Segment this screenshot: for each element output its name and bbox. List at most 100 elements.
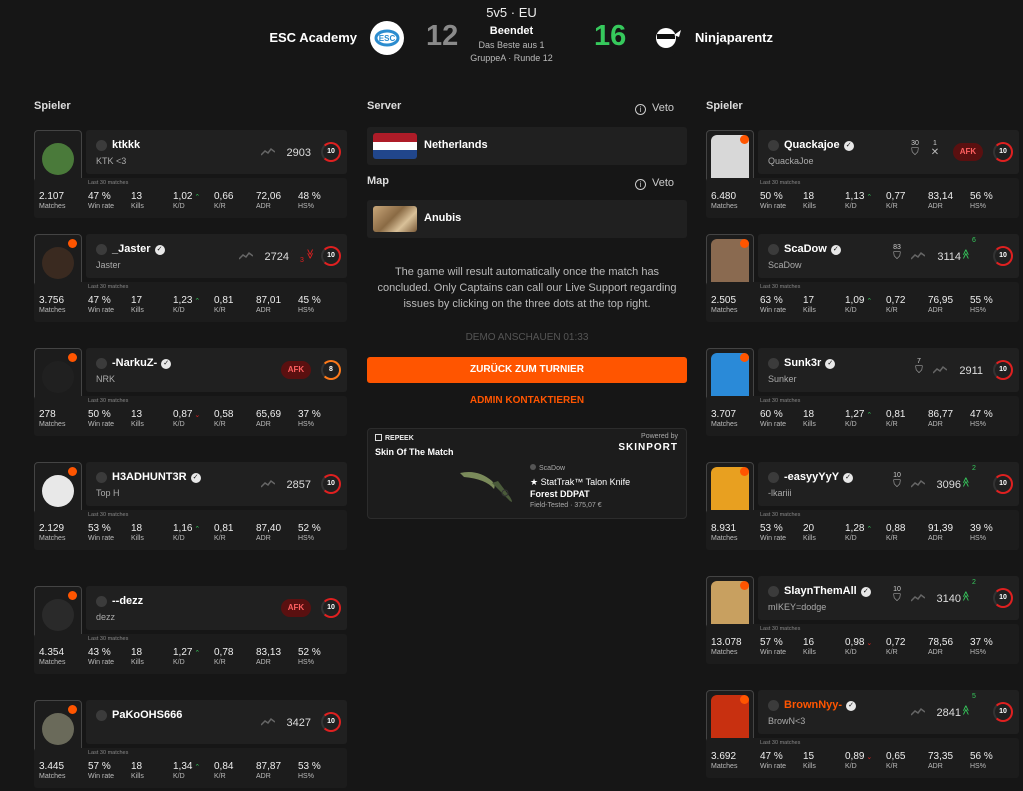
player-name[interactable]: Sunk3r ✓ [784,357,836,369]
stat-value-text: 17 [131,295,143,306]
streak-count: 2 [972,579,976,586]
player-header[interactable]: PaKoOHS666 3427 10 [86,700,347,744]
stat-kd: 0,87 ⌄ K/D [173,409,200,428]
stat-matches: 2.107 Matches [39,191,65,210]
player-header[interactable]: ktkkk KTK <3 2903 10 [86,130,347,174]
stat-kills: 13 Kills [131,409,144,428]
stat-value-text: 0,81 [214,523,234,534]
player-card[interactable]: PaKoOHS666 3427 10 Last 30 matches 3.445 Matc… [34,700,347,791]
player-card[interactable]: -easyyYyY ✓ -lkariii ≫ 2 3096 10 ⛉ 10 Last 30 mat… [706,462,1019,564]
stat-kr: 0,58 K/R [214,409,233,428]
stat-label: Win rate [760,763,787,770]
player-header[interactable]: -NarkuZ- ✓ NRK AFK 8 [86,348,347,392]
team2-logo[interactable] [649,21,683,55]
stat-value-text: 57 % [760,637,783,648]
status-dot-icon [768,700,779,711]
team2-score: 16 [594,20,627,52]
map-veto[interactable]: i Veto [635,177,674,190]
stat-value-text: 47 % [970,409,993,420]
player-header[interactable]: -easyyYyY ✓ -lkariii ≫ 2 3096 10 ⛉ 10 [758,462,1019,506]
player-name[interactable]: SlaynThemAll ✓ [784,585,871,597]
contact-admin-button[interactable]: ADMIN KONTAKTIEREN [367,395,687,406]
player-header[interactable]: SlaynThemAll ✓ mIKEY=dodge ≫ 2 3140 10 ⛉ 10 [758,576,1019,620]
stat-value-text: 53 % [88,523,111,534]
stat-adr: 72,06 ADR [256,191,281,210]
player-name[interactable]: -easyyYyY ✓ [784,471,854,483]
elo-trend-icon [261,717,275,726]
player-card[interactable]: ScaDow ✓ ScaDow ≫ 6 3114 83 ⛉ 10 Last 30 matches 2… [706,234,1019,336]
medal-shield-icon: ⛉ [893,593,901,604]
stat-value: 1,27 ⌃ [173,647,200,658]
stat-value-text: 18 [803,191,815,202]
stat-value-text: 57 % [88,761,111,772]
player-card[interactable]: SlaynThemAll ✓ mIKEY=dodge ≫ 2 3140 10 ⛉ 10 Last … [706,576,1019,678]
stat-label: K/D [845,649,857,656]
stat-winrate: 53 % Win rate [88,523,114,542]
player-tag: Jaster [96,260,121,270]
player-header[interactable]: Sunk3r ✓ Sunker 2911 7 ⛉ 10 [758,348,1019,392]
repeek-icon [375,434,382,441]
elo-trend-icon [239,251,253,260]
player-name[interactable]: ktkkk [112,139,140,151]
player-card[interactable]: H3ADHUNT3R ✓ Top H 2857 10 Last 30 matches 2.1… [34,462,347,564]
player-header[interactable]: ScaDow ✓ ScaDow ≫ 6 3114 83 ⛉ 10 [758,234,1019,278]
elo-value: 3427 [286,717,311,729]
stat-label: K/D [173,535,185,542]
stat-value-text: 52 % [298,647,321,658]
stat-winrate: 63 % Win rate [760,295,786,314]
watch-demo-button[interactable]: DEMO ANSCHAUEN 01:33 [367,332,687,343]
medal-shield-icon: ⛉ [893,251,901,262]
stat-value-text: 0,65 [886,751,906,762]
stat-label: HS% [970,307,986,314]
stat-value: 1,13 ⌃ [845,191,872,202]
player-name[interactable]: _Jaster ✓ [112,243,165,255]
rank-badge-icon [740,239,749,248]
player-name[interactable]: Quackajoe ✓ [784,139,854,151]
stat-hs: 55 % HS% [970,295,993,314]
stat-kills: 17 Kills [803,295,816,314]
rank-badge-icon [68,239,77,248]
trend-up-icon: ⌃ [192,194,201,201]
stat-label: Kills [803,203,816,210]
stat-value-text: 37 % [970,637,993,648]
status-dot-icon [768,586,779,597]
player-name[interactable]: PaKoOHS666 [112,709,182,721]
stat-label: Kills [131,307,144,314]
player-name[interactable]: ScaDow ✓ [784,243,841,255]
trend-down-icon: ⌄ [192,412,201,419]
server-veto[interactable]: i Veto [635,102,674,115]
team1-logo[interactable]: ESC [370,21,404,55]
skin-of-the-match-card[interactable]: REPEEK Skin Of The Match Powered by SKIN… [367,428,687,519]
stat-value-text: 53 % [760,523,783,534]
stat-label: K/R [886,421,898,428]
verified-icon: ✓ [154,245,165,255]
player-header[interactable]: BrownNyy- ✓ BrowN<3 ≫ 5 2841 10 [758,690,1019,734]
player-name[interactable]: --dezz [112,595,143,607]
last-30-label: Last 30 matches [88,398,129,404]
player-name[interactable]: BrownNyy- ✓ [784,699,857,711]
player-header[interactable]: --dezz dezz AFK 10 [86,586,347,630]
team2-name[interactable]: Ninjaparentz [695,30,773,45]
skinport-logo[interactable]: SKINPORT [618,442,678,453]
stat-matches: 3.445 Matches [39,761,65,780]
skill-level-icon: 10 [321,474,341,494]
elo-trend-icon [261,479,275,488]
stat-hs: 56 % HS% [970,191,993,210]
player-card[interactable]: BrownNyy- ✓ BrowN<3 ≫ 5 2841 10 Last 30 matches… [706,690,1019,791]
player-card[interactable]: _Jaster ✓ Jaster ≫ 3 2724 10 Last 30 matches 3.7… [34,234,347,336]
team1-name[interactable]: ESC Academy [269,30,357,45]
player-header[interactable]: _Jaster ✓ Jaster ≫ 3 2724 10 [86,234,347,278]
stat-value-text: 20 [803,523,815,534]
player-card[interactable]: Sunk3r ✓ Sunker 2911 7 ⛉ 10 Last 30 matches 3.70… [706,348,1019,450]
player-card[interactable]: ktkkk KTK <3 2903 10 Last 30 matches 2.107 Mat… [34,130,347,232]
stat-label: Kills [803,763,816,770]
player-card[interactable]: -NarkuZ- ✓ NRK AFK 8 Last 30 matches 278 Matche… [34,348,347,450]
player-header[interactable]: H3ADHUNT3R ✓ Top H 2857 10 [86,462,347,506]
back-to-tournament-button[interactable]: ZURÜCK ZUM TURNIER [367,357,687,383]
player-name[interactable]: -NarkuZ- ✓ [112,357,172,369]
player-header[interactable]: Quackajoe ✓ QuackaJoe AFK 30 ⛉ 1 ✕ 10 [758,130,1019,174]
player-name[interactable]: H3ADHUNT3R ✓ [112,471,201,483]
player-card[interactable]: Quackajoe ✓ QuackaJoe AFK 30 ⛉ 1 ✕ 10 Last 30 mat… [706,130,1019,232]
player-card[interactable]: --dezz dezz AFK 10 Last 30 matches 4.354 Match… [34,586,347,688]
skill-level-icon: 10 [993,142,1013,162]
